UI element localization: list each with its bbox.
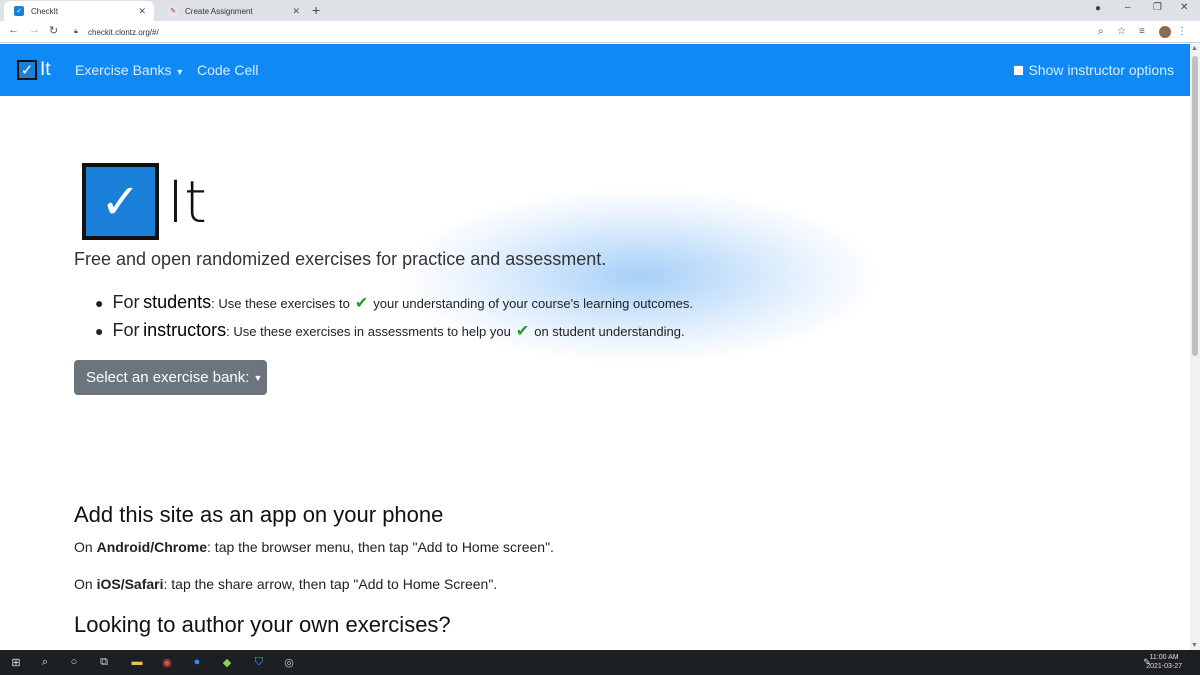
bullet-prefix: For [112,320,140,340]
chrome-icon[interactable]: ◉ [159,654,175,670]
address-bar: ← → ↻ 🔒︎ checkit.clontz.org/#/ ⌕ ☆ ≡ ⋮ [0,21,1200,43]
scroll-up-icon[interactable]: ▲ [1191,45,1198,52]
hero-logo: ✓ It [82,163,207,240]
file-explorer-icon[interactable]: ▬ [129,654,145,670]
nav-code-cell[interactable]: Code Cell [197,62,258,78]
zoom-app-icon[interactable]: ● [189,654,205,670]
select-exercise-bank-button[interactable]: Select an exercise bank: ▼ [74,360,267,395]
profile-avatar[interactable] [1159,26,1171,38]
browser-menu-icon[interactable]: ⋮ [1177,26,1187,37]
app-icon[interactable]: ◆ [219,654,235,670]
scroll-down-icon[interactable]: ▼ [1191,642,1198,649]
task-view-icon[interactable]: ⧉ [96,654,112,670]
bullet-text: : Use these exercises in assessments to … [226,324,511,339]
reload-icon[interactable]: ↻ [49,24,58,37]
new-tab-icon[interactable]: + [312,2,320,18]
search-icon[interactable]: ⌕ [37,654,53,670]
windows-start-icon[interactable]: ⊞ [8,654,24,670]
forward-icon[interactable]: → [29,24,40,36]
app-navbar: ✓ It Exercise Banks ▼ Code Cell Show ins… [0,44,1190,96]
cortana-icon[interactable]: ○ [66,654,82,670]
scrollbar-thumb[interactable] [1192,56,1198,356]
checkmark-icon: ✔ [515,323,530,340]
chevron-down-icon: ▼ [175,67,185,77]
nav-exercise-banks[interactable]: Exercise Banks ▼ [75,62,184,78]
instructor-options-label: Show instructor options [1028,62,1174,78]
ios-label: iOS/Safari [96,576,164,592]
bullet-role: students [143,292,212,312]
bullet-text: your understanding of your course's lear… [373,296,693,311]
bullet-prefix: For [112,292,140,312]
zoom-icon[interactable]: ⌕ [1098,26,1104,37]
browser-tabstrip: ✓ CheckIt ✕ ✎ Create Assignment ✕ + ● – … [0,0,1200,21]
clock-date: 2021-03-27 [1146,663,1182,670]
media-control-icon[interactable]: ≡ [1139,26,1145,37]
obs-icon[interactable]: ◎ [281,654,297,670]
url-field[interactable]: 🔒︎ checkit.clontz.org/#/ [74,24,1134,40]
app-favicon-icon: ✎ [168,6,178,16]
hero-logo-text: It [167,167,207,236]
bullet-icon: ● [95,323,104,339]
hero-tagline: Free and open randomized exercises for p… [74,249,607,269]
app-install-heading: Add this site as an app on your phone [74,502,444,527]
clock-time: 11:00 AM [1149,654,1179,661]
minimize-icon[interactable]: – [1125,2,1131,13]
bitwarden-icon[interactable]: ⛉ [251,654,267,670]
nav-exercise-banks-label: Exercise Banks [75,62,172,78]
checkbox-logo-icon: ✓ [17,60,37,80]
checkmark-icon: ✔ [354,295,369,312]
profile-menu-icon[interactable]: ● [1095,3,1101,14]
tab-label: Create Assignment [185,6,253,16]
bullet-text: on student understanding. [534,324,685,339]
navbar-brand[interactable]: ✓ It [17,59,51,81]
instructor-options-toggle[interactable]: Show instructor options [1013,62,1174,78]
bullet-text: : Use these exercises to [211,296,350,311]
close-window-icon[interactable]: ✕ [1180,2,1188,13]
back-icon[interactable]: ← [8,24,19,36]
maximize-icon[interactable]: ❐ [1153,2,1162,13]
list-item: ● For students : Use these exercises to … [95,292,693,320]
checkmark-logo-icon: ✓ [82,163,159,240]
android-instructions: On Android/Chrome: tap the browser menu,… [74,539,554,555]
tab-create-assignment[interactable]: ✎ Create Assignment ✕ [158,1,308,21]
android-label: Android/Chrome [96,539,208,555]
bullet-role: instructors [143,320,227,340]
list-item: ● For instructors : Use these exercises … [95,320,693,348]
author-heading: Looking to author your own exercises? [74,612,451,637]
page-scrollbar[interactable]: ▲ ▼ [1190,44,1200,650]
audience-list: ● For students : Use these exercises to … [95,292,693,348]
url-text: checkit.clontz.org/#/ [88,27,159,37]
lock-icon: 🔒︎ [74,28,78,35]
system-clock[interactable]: 11:00 AM 2021-03-27 [1146,653,1182,671]
bullet-icon: ● [95,295,104,311]
close-tab-icon[interactable]: ✕ [292,6,300,17]
ios-text: : tap the share arrow, then tap "Add to … [163,576,498,592]
checkit-favicon-icon: ✓ [14,6,24,16]
windows-taskbar: ⊞ ⌕ ○ ⧉ ▬ ◉ ● ◆ ⛉ ◎ ✎ 11:00 AM 2021-03-2… [0,650,1200,675]
tab-label: CheckIt [31,6,59,16]
android-text: : tap the browser menu, then tap "Add to… [207,539,554,555]
tab-checkit[interactable]: ✓ CheckIt ✕ [4,1,154,21]
chevron-down-icon: ▼ [253,372,263,383]
ios-instructions: On iOS/Safari: tap the share arrow, then… [74,576,498,592]
instructor-checkbox[interactable] [1013,64,1025,76]
select-button-label: Select an exercise bank: [86,369,250,386]
hero-section [0,96,1190,466]
bookmark-star-icon[interactable]: ☆ [1117,26,1126,37]
close-tab-icon[interactable]: ✕ [138,6,146,17]
brand-text: It [40,59,51,80]
